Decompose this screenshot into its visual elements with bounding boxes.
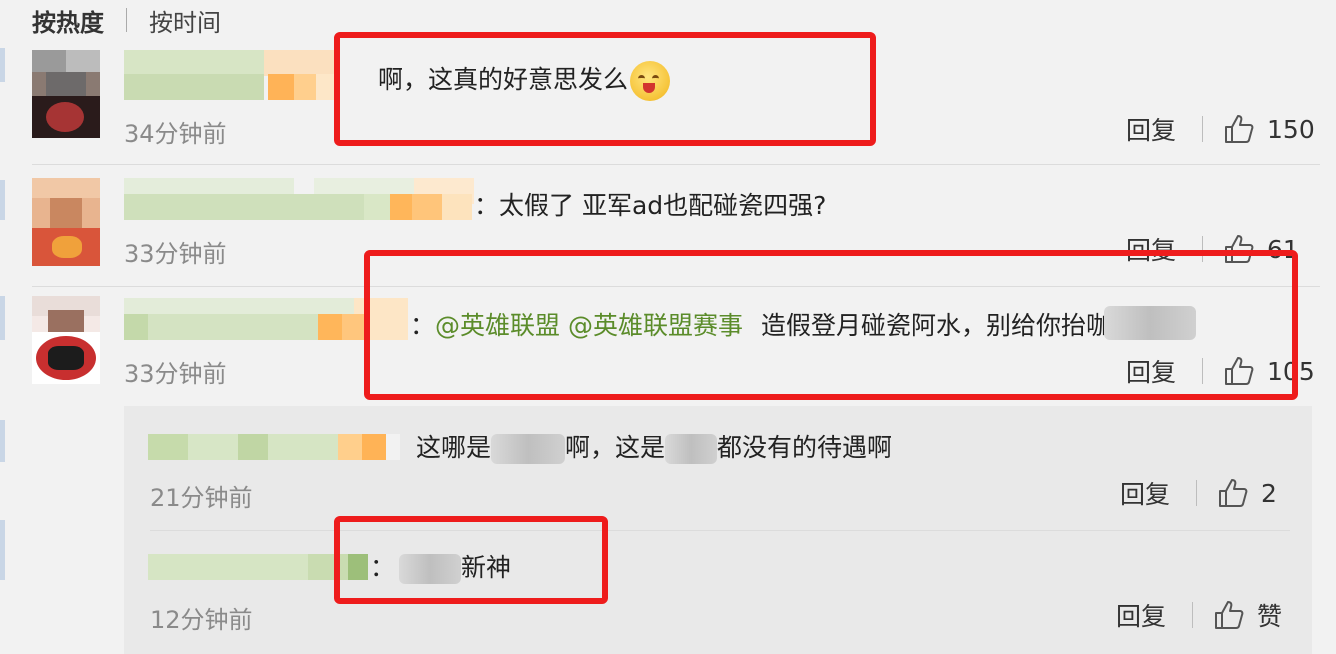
avatar[interactable] <box>32 178 100 266</box>
username-blurred-row2 <box>124 74 334 100</box>
avatar[interactable] <box>32 296 100 384</box>
reply-timestamp: 12分钟前 <box>150 606 253 634</box>
reply-button[interactable]: 回复 <box>1116 597 1166 633</box>
avatar[interactable] <box>32 50 100 138</box>
reply-timestamp: 21分钟前 <box>150 484 253 512</box>
blurred-censor <box>491 434 566 464</box>
action-divider <box>1192 602 1194 628</box>
comment-timestamp: 33分钟前 <box>124 240 227 268</box>
comment-divider <box>32 164 1320 165</box>
like-count: 2 <box>1261 478 1277 508</box>
left-edge-strip <box>0 0 8 654</box>
thumbs-up-icon <box>1215 601 1244 629</box>
reply-actions: 回复 2 <box>1120 476 1277 510</box>
like-count: 150 <box>1267 114 1315 144</box>
thumbs-up-icon <box>1219 479 1248 507</box>
username-blurred[interactable] <box>124 50 334 76</box>
like-button[interactable]: 150 <box>1223 113 1315 145</box>
action-divider <box>1196 480 1198 506</box>
thumbs-up-icon <box>1225 115 1254 143</box>
highlight-box <box>334 32 876 146</box>
username-blurred[interactable] <box>148 434 400 460</box>
reply-button[interactable]: 回复 <box>1120 475 1170 511</box>
like-button[interactable]: 2 <box>1217 477 1277 509</box>
highlight-box <box>364 250 1298 400</box>
blurred-censor <box>665 434 718 464</box>
comment-timestamp: 33分钟前 <box>124 360 227 388</box>
like-button[interactable]: 赞 <box>1213 597 1282 633</box>
reply-text: 这哪是 啊，这是 都没有的待遇啊 <box>416 433 893 464</box>
comment-text: ：太假了 亚军ad也配碰瓷四强? <box>474 191 827 220</box>
tab-divider <box>126 8 127 32</box>
sort-tabs: 按热度 按时间 <box>32 3 221 38</box>
tab-sort-by-time[interactable]: 按时间 <box>149 3 221 38</box>
reply-actions: 回复 赞 <box>1116 598 1282 632</box>
tab-sort-by-hot[interactable]: 按热度 <box>32 3 104 38</box>
comment-actions: 回复 150 <box>1126 112 1315 146</box>
comment-timestamp: 34分钟前 <box>124 120 227 148</box>
highlight-box <box>334 516 608 604</box>
action-divider <box>1202 116 1204 142</box>
reply-divider <box>150 530 1290 531</box>
username-blurred-row2 <box>124 194 474 220</box>
reply-button[interactable]: 回复 <box>1126 111 1176 147</box>
like-label: 赞 <box>1257 602 1283 631</box>
